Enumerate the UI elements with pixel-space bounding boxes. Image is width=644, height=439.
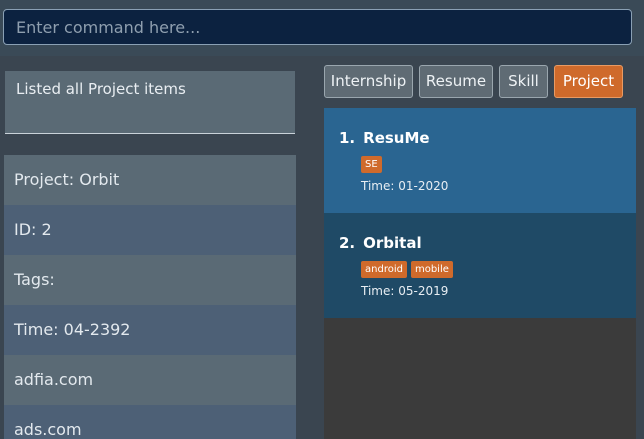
result-display: Listed all Project items (5, 71, 295, 134)
list-item[interactable]: 2. Orbital android mobile Time: 05-2019 (324, 213, 636, 318)
item-list: 1. ResuMe SE Time: 01-2020 2. Orbital andr… (324, 108, 636, 439)
tag-chip: android (361, 261, 407, 278)
left-panel: Listed all Project items Project: Orbit … (0, 56, 304, 439)
item-name: ResuMe (363, 129, 430, 147)
tab-resume[interactable]: Resume (419, 65, 493, 98)
item-title: 1. ResuMe (339, 129, 430, 147)
detail-row-tags: Tags: (4, 255, 296, 305)
item-number: 2. (339, 234, 356, 252)
tag-chip: SE (361, 156, 382, 173)
command-bar: Enter command here... (0, 0, 644, 56)
detail-row-link-1: adfia.com (4, 355, 296, 405)
tag-list: SE (361, 156, 382, 173)
tag-list: android mobile (361, 261, 453, 278)
tab-internship[interactable]: Internship (324, 65, 413, 98)
list-item[interactable]: 1. ResuMe SE Time: 01-2020 (324, 108, 636, 213)
item-time: Time: 01-2020 (361, 179, 449, 193)
item-name: Orbital (363, 234, 422, 252)
command-input[interactable]: Enter command here... (3, 9, 632, 45)
right-panel: Internship Resume Skill Project 1. ResuMe… (304, 56, 644, 439)
tag-chip: mobile (410, 261, 453, 278)
item-detail-panel: Project: Orbit ID: 2 Tags: Time: 04-2392… (4, 155, 296, 439)
item-time: Time: 05-2019 (361, 284, 449, 298)
detail-row-time: Time: 04-2392 (4, 305, 296, 355)
tab-skill[interactable]: Skill (499, 65, 548, 98)
item-number: 1. (339, 129, 356, 147)
item-title: 2. Orbital (339, 234, 422, 252)
detail-row-project: Project: Orbit (4, 155, 296, 205)
tab-project[interactable]: Project (554, 65, 623, 98)
detail-row-id: ID: 2 (4, 205, 296, 255)
detail-row-link-2: ads.com (4, 405, 296, 439)
